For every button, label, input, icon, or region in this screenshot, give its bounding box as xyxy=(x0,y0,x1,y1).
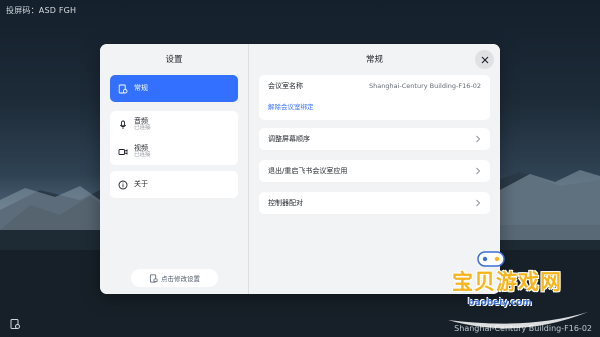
modify-settings-label: 点击修改设置 xyxy=(161,275,200,283)
sidebar-item-label: 关于 xyxy=(134,180,148,189)
video-status: 已连接 xyxy=(134,152,151,159)
screen-share-code: 投屏码：ASD FGH xyxy=(6,6,77,15)
settings-doc-icon[interactable] xyxy=(9,318,21,330)
controller-pairing-row[interactable]: 控制器配对 xyxy=(259,192,490,214)
row-label: 调整屏幕顺序 xyxy=(268,135,310,143)
audio-status: 已连接 xyxy=(134,125,151,132)
menu-group-about: 关于 xyxy=(110,171,238,198)
sidebar-item-audio[interactable]: 音频 已连接 xyxy=(110,111,238,138)
room-name-label: 会议室名称 xyxy=(268,82,303,90)
sidebar-item-label: 常规 xyxy=(134,84,148,93)
menu-group-general: 常规 xyxy=(110,75,238,102)
restart-app-row[interactable]: 退出/重启飞书会议室应用 xyxy=(259,160,490,182)
modify-settings-button[interactable]: 点击修改设置 xyxy=(131,269,218,287)
room-name-card: 会议室名称 Shanghai-Century Building-F16-02 解… xyxy=(259,75,490,120)
sidebar-title: 设置 xyxy=(165,55,183,65)
watermark-url: baobeiy.com xyxy=(468,298,532,308)
sidebar-item-video[interactable]: 视频 已连接 xyxy=(110,138,238,165)
row-label: 退出/重启飞书会议室应用 xyxy=(268,167,348,175)
menu-group-devices: 音频 已连接 视频 已连接 xyxy=(110,111,238,165)
panel-title: 常规 xyxy=(365,55,383,65)
settings-doc-icon xyxy=(118,84,128,93)
sidebar-item-about[interactable]: 关于 xyxy=(110,171,238,198)
microphone-icon xyxy=(119,120,127,129)
camera-icon xyxy=(118,148,128,155)
row-label: 控制器配对 xyxy=(268,199,303,207)
chevron-right-icon xyxy=(476,135,481,143)
room-name-value: Shanghai-Century Building-F16-02 xyxy=(369,82,481,90)
unbind-room-link[interactable]: 解除会议室绑定 xyxy=(268,97,481,117)
close-button[interactable] xyxy=(475,50,494,69)
chevron-right-icon xyxy=(476,167,481,175)
sidebar-item-general[interactable]: 常规 xyxy=(110,75,238,102)
watermark-title: 宝贝游戏网 xyxy=(452,270,562,294)
adjust-screen-order-row[interactable]: 调整屏幕顺序 xyxy=(259,128,490,150)
settings-sidebar: 设置 常规 音频 已连接 视频 已连接 关于 点击修改设置 xyxy=(100,44,249,294)
info-icon xyxy=(118,180,128,189)
lock-doc-icon xyxy=(149,273,158,283)
close-icon xyxy=(481,56,488,63)
chevron-right-icon xyxy=(476,199,481,207)
